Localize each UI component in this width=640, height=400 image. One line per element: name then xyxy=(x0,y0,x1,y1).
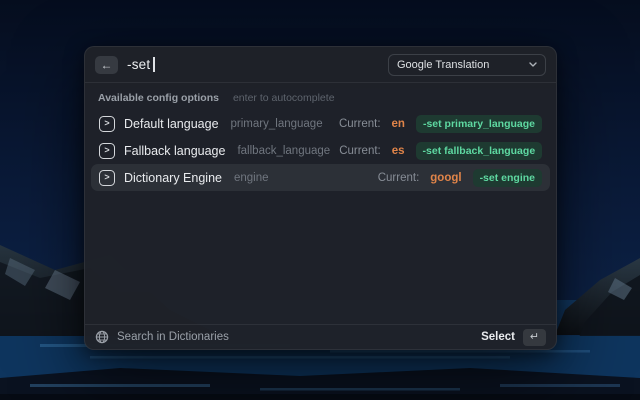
list-item-fallback-language[interactable]: > Fallback language fallback_language Cu… xyxy=(91,137,550,164)
item-title: Dictionary Engine xyxy=(124,171,222,185)
current-label: Current: xyxy=(339,145,381,157)
terminal-prompt-icon: > xyxy=(99,116,115,132)
command-dropdown[interactable]: Google Translation xyxy=(388,54,546,76)
extension-name: Search in Dictionaries xyxy=(117,331,229,343)
current-label: Current: xyxy=(339,118,381,130)
item-title: Default language xyxy=(124,117,219,131)
item-accessories: Current: es -set fallback_language xyxy=(339,142,542,160)
item-accessories: Current: en -set primary_language xyxy=(339,115,542,133)
current-value: googl xyxy=(430,172,461,184)
item-subtitle: engine xyxy=(234,172,269,184)
empty-results-area xyxy=(85,191,556,324)
command-tag: -set primary_language xyxy=(416,115,542,133)
terminal-prompt-icon: > xyxy=(99,143,115,159)
section-title: Available config options xyxy=(98,92,219,104)
item-subtitle: primary_language xyxy=(231,118,323,130)
back-arrow-icon: ← xyxy=(101,59,113,71)
current-value: es xyxy=(392,145,405,157)
list-item-dictionary-engine[interactable]: > Dictionary Engine engine Current: goog… xyxy=(91,164,550,191)
search-input[interactable]: -set xyxy=(127,57,379,72)
section-header: Available config options enter to autoco… xyxy=(85,83,556,110)
item-subtitle: fallback_language xyxy=(237,145,330,157)
primary-action[interactable]: Select ↵ xyxy=(481,329,546,346)
chevron-down-icon xyxy=(529,62,537,67)
config-options-list: > Default language primary_language Curr… xyxy=(85,110,556,191)
command-tag: -set fallback_language xyxy=(416,142,543,160)
current-label: Current: xyxy=(378,172,420,184)
item-title: Fallback language xyxy=(124,144,225,158)
current-value: en xyxy=(392,118,405,130)
item-accessories: Current: googl -set engine xyxy=(378,169,542,187)
back-button[interactable]: ← xyxy=(95,56,118,74)
enter-key-icon: ↵ xyxy=(523,329,546,346)
search-bar: ← -set Google Translation xyxy=(85,47,556,83)
terminal-prompt-icon: > xyxy=(99,170,115,186)
list-item-default-language[interactable]: > Default language primary_language Curr… xyxy=(91,110,550,137)
section-hint: enter to autocomplete xyxy=(233,92,335,104)
command-tag: -set engine xyxy=(473,169,542,187)
dropdown-selected-label: Google Translation xyxy=(397,59,489,71)
globe-icon xyxy=(95,330,109,344)
action-bar: Search in Dictionaries Select ↵ xyxy=(85,324,556,349)
search-input-value: -set xyxy=(127,57,150,72)
text-caret xyxy=(153,57,155,72)
launcher-window: ← -set Google Translation Available conf… xyxy=(84,46,557,350)
action-label: Select xyxy=(481,331,515,343)
